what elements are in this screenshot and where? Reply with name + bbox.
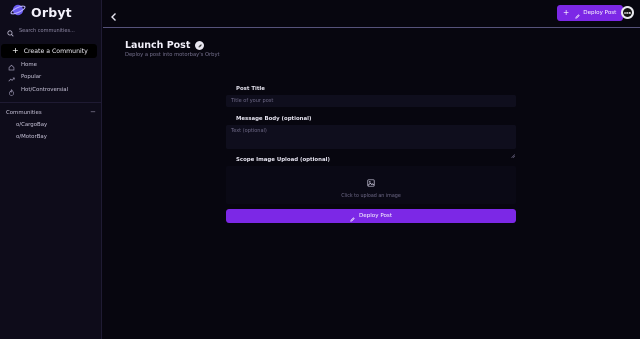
communities-header: Communities − bbox=[6, 109, 96, 116]
post-title-input[interactable] bbox=[226, 95, 516, 107]
sidebar-item-motorbay[interactable]: o/MotorBay bbox=[16, 134, 47, 140]
post-title-label: Post Title bbox=[226, 86, 265, 101]
telescope-icon bbox=[226, 157, 232, 172]
deploy-post-label: Deploy Post bbox=[583, 10, 617, 16]
message-body-input[interactable] bbox=[226, 125, 516, 149]
avatar-text: ORB bbox=[624, 10, 631, 15]
deploy-post-label: Deploy Post bbox=[358, 213, 393, 219]
search-input[interactable] bbox=[19, 26, 97, 36]
search-bar bbox=[7, 26, 97, 37]
image-upload-label: Scope Image Upload (optional) bbox=[226, 157, 330, 172]
pencil-icon bbox=[350, 207, 359, 226]
chevron-left-icon bbox=[109, 8, 119, 27]
sidebar-item-label: Hot/Controversial bbox=[21, 87, 69, 93]
resize-handle-icon[interactable] bbox=[511, 143, 516, 159]
pencil-icon bbox=[575, 4, 583, 23]
back-button[interactable] bbox=[109, 8, 119, 21]
sidebar-divider bbox=[0, 102, 101, 103]
communities-title: Communities bbox=[6, 109, 42, 116]
rocket-icon bbox=[195, 41, 205, 50]
sidebar-item-label: Popular bbox=[21, 74, 42, 80]
page-subtitle: Deploy a post into motorbay's Orbyt bbox=[125, 52, 220, 58]
sidebar: Orbyt + Create a Community Home Popular … bbox=[0, 0, 102, 339]
upload-hint: Click to upload an image bbox=[341, 193, 401, 199]
flame-icon bbox=[8, 81, 15, 100]
post-title-label-text: Post Title bbox=[236, 86, 265, 92]
search-icon bbox=[7, 22, 14, 41]
brand[interactable]: Orbyt bbox=[10, 4, 72, 20]
create-community-label: Create a Community bbox=[23, 47, 88, 55]
collapse-icon[interactable]: − bbox=[90, 109, 96, 116]
top-bar: + Deploy Post ORB bbox=[103, 0, 640, 28]
avatar-badge: ORB bbox=[623, 8, 632, 17]
page-title-text: Launch Post bbox=[125, 40, 191, 51]
message-body-label-text: Message Body (optional) bbox=[236, 116, 312, 122]
sidebar-item-hot[interactable]: Hot/Controversial bbox=[8, 85, 69, 96]
deploy-post-button[interactable]: Deploy Post bbox=[226, 209, 516, 223]
planet-logo-icon bbox=[10, 2, 26, 22]
message-body-label: Message Body (optional) bbox=[226, 116, 312, 131]
comet-icon bbox=[226, 86, 232, 101]
sidebar-item-cargobay[interactable]: o/CargoBay bbox=[16, 122, 47, 128]
deploy-post-top-button[interactable]: + Deploy Post bbox=[557, 5, 623, 21]
speech-bubble-icon bbox=[226, 116, 232, 131]
plus-icon: + bbox=[12, 46, 19, 55]
sidebar-item-label: Home bbox=[21, 62, 37, 68]
image-icon bbox=[367, 172, 375, 191]
avatar[interactable]: ORB bbox=[621, 6, 634, 19]
create-community-button[interactable]: + Create a Community bbox=[1, 44, 97, 58]
plus-icon: + bbox=[563, 8, 570, 18]
page-title: Launch Post bbox=[125, 40, 205, 51]
image-upload-label-text: Scope Image Upload (optional) bbox=[236, 157, 330, 163]
image-upload-dropzone[interactable]: Click to upload an image bbox=[226, 166, 516, 204]
brand-name: Orbyt bbox=[31, 4, 72, 20]
